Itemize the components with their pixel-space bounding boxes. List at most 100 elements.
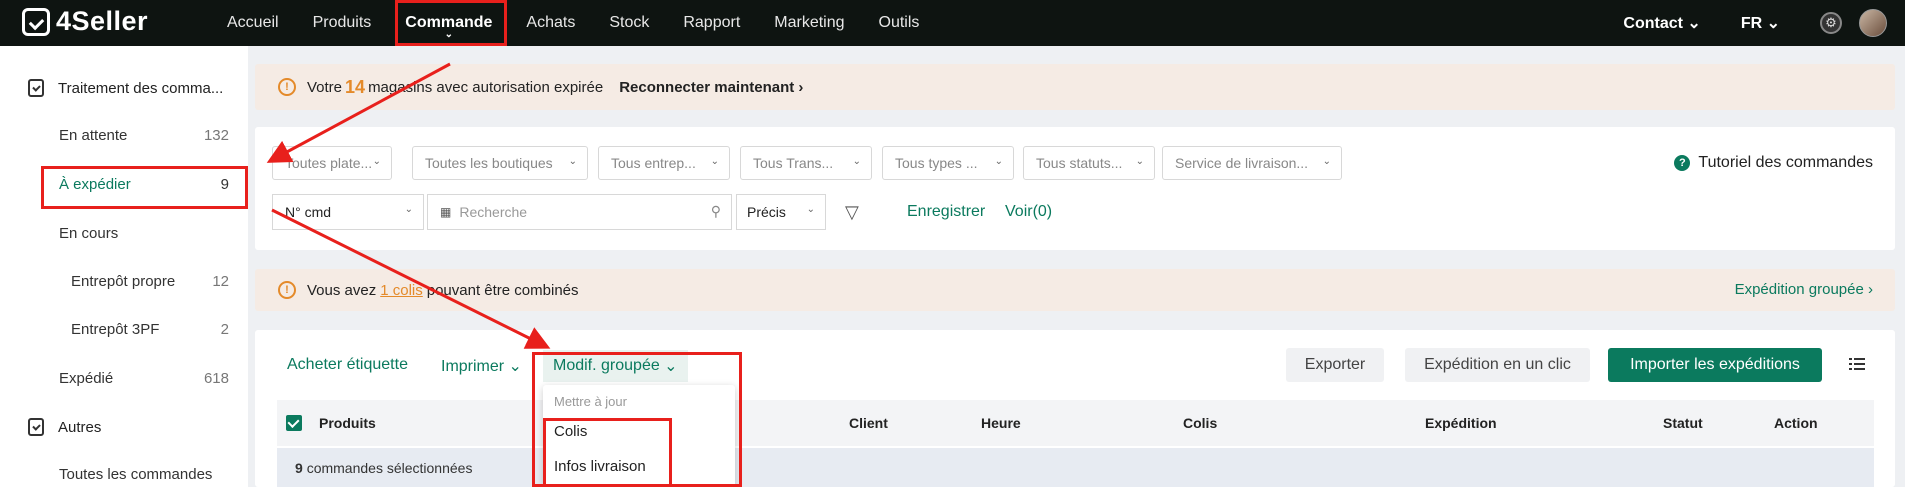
sidebar-group-processing[interactable]: Traitement des comma... bbox=[28, 79, 223, 97]
sidebar-item-label: En cours bbox=[59, 225, 119, 242]
status-select[interactable]: Tous statuts... ⌄ bbox=[1023, 146, 1155, 180]
print-menu[interactable]: Imprimer ⌄ bbox=[441, 356, 522, 376]
menu-item-colis[interactable]: Colis bbox=[554, 423, 587, 440]
orders-tutorial-link[interactable]: ? Tutoriel des commandes bbox=[1674, 154, 1873, 172]
nav-achats[interactable]: Achats bbox=[509, 0, 592, 46]
contact-menu[interactable]: Contact ⌄ bbox=[1623, 13, 1700, 33]
view-saved-link[interactable]: Voir(0) bbox=[1005, 203, 1052, 221]
sidebar-group-autres[interactable]: Autres bbox=[28, 418, 101, 436]
precision-select[interactable]: Précis ⌄ bbox=[736, 194, 826, 230]
select-value: Tous types ... bbox=[895, 155, 978, 171]
warning-icon: ! bbox=[278, 78, 296, 96]
sidebar-item-label: Expédié bbox=[59, 370, 114, 387]
buy-label-button[interactable]: Acheter étiquette bbox=[287, 356, 408, 374]
bag-icon bbox=[22, 7, 50, 36]
sidebar-item-count: 9 bbox=[220, 176, 229, 193]
brand-logo[interactable]: 4Seller bbox=[22, 6, 148, 37]
sidebar-group-label: Traitement des comma... bbox=[58, 79, 224, 97]
right-nav: Contact ⌄ FR ⌄ ⚙ bbox=[1623, 0, 1905, 46]
warning-icon: ! bbox=[278, 281, 296, 299]
sidebar-item-label: Toutes les commandes bbox=[59, 466, 213, 483]
sidebar-item-en-cours[interactable]: En cours bbox=[59, 225, 229, 242]
sidebar: Traitement des comma... En attente 132 À… bbox=[0, 46, 248, 487]
alert-text: magasins avec autorisation expirée bbox=[368, 78, 604, 96]
nav-commande[interactable]: Commande ⌄ bbox=[388, 0, 509, 46]
select-all-checkbox[interactable] bbox=[286, 415, 302, 431]
sidebar-item-label: À expédier bbox=[59, 176, 131, 193]
chevron-down-icon: ⌄ bbox=[710, 156, 719, 167]
column-settings-icon[interactable] bbox=[1849, 357, 1865, 371]
platform-select[interactable]: Toutes plate... ⌄ bbox=[272, 146, 392, 180]
select-value: Service de livraison... bbox=[1175, 155, 1309, 171]
avatar[interactable] bbox=[1859, 9, 1887, 37]
carrier-select[interactable]: Tous Trans... ⌄ bbox=[740, 146, 872, 180]
group-shipping-link[interactable]: Expédition groupée › bbox=[1735, 281, 1873, 298]
nav-accueil[interactable]: Accueil bbox=[210, 0, 296, 46]
nav-stock[interactable]: Stock bbox=[592, 0, 666, 46]
chevron-down-icon: ⌄ bbox=[568, 156, 577, 167]
chevron-down-icon: ⌄ bbox=[1135, 156, 1144, 167]
bulk-edit-dropdown: Mettre à jour Colis Infos livraison bbox=[543, 385, 735, 487]
chevron-down-icon: ⌄ bbox=[806, 204, 815, 215]
sidebar-item-count: 618 bbox=[203, 370, 229, 387]
sidebar-item-label: Entrepôt 3PF bbox=[71, 321, 160, 338]
sidebar-item-a-expedier[interactable]: À expédier 9 bbox=[59, 176, 229, 193]
column-header: Produits bbox=[319, 415, 376, 431]
export-button[interactable]: Exporter bbox=[1286, 348, 1384, 382]
clipboard-icon bbox=[28, 79, 44, 97]
sidebar-item-label: En attente bbox=[59, 127, 128, 144]
language-menu[interactable]: FR ⌄ bbox=[1741, 13, 1780, 33]
save-filter-link[interactable]: Enregistrer bbox=[907, 203, 985, 221]
delivery-service-select[interactable]: Service de livraison... ⌄ bbox=[1162, 146, 1342, 180]
alert-store-count: 14 bbox=[345, 76, 366, 97]
alert-prefix: Votre bbox=[307, 78, 343, 96]
sidebar-group-label: Autres bbox=[58, 418, 102, 436]
type-select[interactable]: Tous types ... ⌄ bbox=[882, 146, 1014, 180]
column-header: Statut bbox=[1663, 415, 1703, 431]
top-navbar: 4Seller Accueil Produits Commande ⌄ Acha… bbox=[0, 0, 1905, 46]
nav-rapport[interactable]: Rapport bbox=[666, 0, 757, 46]
warehouse-select[interactable]: Tous entrep... ⌄ bbox=[598, 146, 730, 180]
search-icon: ⚲ bbox=[710, 203, 721, 219]
sidebar-item-en-attente[interactable]: En attente 132 bbox=[59, 127, 229, 144]
search-type-select[interactable]: N° cmd ⌄ bbox=[272, 194, 424, 230]
store-select[interactable]: Toutes les boutiques ⌄ bbox=[412, 146, 588, 180]
reconnect-link[interactable]: Reconnecter maintenant › bbox=[619, 79, 803, 96]
chevron-down-icon: ⌄ bbox=[1322, 156, 1331, 167]
sidebar-item-toutes-commandes[interactable]: Toutes les commandes bbox=[59, 466, 229, 483]
selected-text: commandes sélectionnées bbox=[306, 459, 473, 476]
contact-label: Contact bbox=[1623, 15, 1683, 32]
parcel-count-link[interactable]: 1 colis bbox=[380, 282, 423, 299]
sidebar-item-entrepot-3pf[interactable]: Entrepôt 3PF 2 bbox=[71, 321, 229, 338]
one-click-shipping-button[interactable]: Expédition en un clic bbox=[1405, 348, 1590, 382]
table-header: Produits Client Heure Colis Expédition S… bbox=[277, 400, 1874, 446]
filter-icon[interactable]: ▽ bbox=[845, 202, 859, 223]
menu-item-infos-livraison[interactable]: Infos livraison bbox=[554, 458, 646, 475]
chevron-down-icon: ⌄ bbox=[404, 204, 413, 215]
sidebar-item-count: 12 bbox=[212, 273, 229, 290]
import-shipments-button[interactable]: Importer les expéditions bbox=[1608, 348, 1822, 382]
sidebar-item-entrepot-propre[interactable]: Entrepôt propre 12 bbox=[71, 273, 229, 290]
nav-marketing[interactable]: Marketing bbox=[757, 0, 861, 46]
column-header: Expédition bbox=[1425, 415, 1497, 431]
search-input[interactable]: ▦ Recherche ⚲ bbox=[427, 194, 732, 230]
sidebar-item-expedie[interactable]: Expédié 618 bbox=[59, 370, 229, 387]
nav-produits[interactable]: Produits bbox=[296, 0, 389, 46]
bulk-edit-menu[interactable]: Modif. groupée ⌄ bbox=[543, 350, 688, 382]
select-value: Toutes les boutiques bbox=[425, 155, 553, 171]
combinable-parcels-alert: ! Vous avez 1 colis pouvant être combiné… bbox=[255, 269, 1895, 311]
selected-count: 9 bbox=[295, 459, 303, 476]
nav-outils[interactable]: Outils bbox=[862, 0, 937, 46]
tutorial-label: Tutoriel des commandes bbox=[1698, 154, 1873, 171]
gear-icon[interactable]: ⚙ bbox=[1820, 12, 1842, 34]
expired-auth-alert: ! Votre 14 magasins avec autorisation ex… bbox=[255, 64, 1895, 110]
select-value: Tous entrep... bbox=[611, 155, 696, 171]
chevron-down-icon: ⌄ bbox=[852, 156, 861, 167]
column-header: Colis bbox=[1183, 415, 1218, 431]
main-nav: Accueil Produits Commande ⌄ Achats Stock… bbox=[210, 0, 936, 46]
sidebar-item-count: 2 bbox=[220, 321, 229, 338]
filter-panel: Toutes plate... ⌄ Toutes les boutiques ⌄ T… bbox=[255, 127, 1895, 250]
chevron-down-icon: ⌄ bbox=[994, 156, 1003, 167]
sidebar-item-count: 132 bbox=[203, 127, 229, 144]
select-value: Tous Trans... bbox=[753, 155, 834, 171]
